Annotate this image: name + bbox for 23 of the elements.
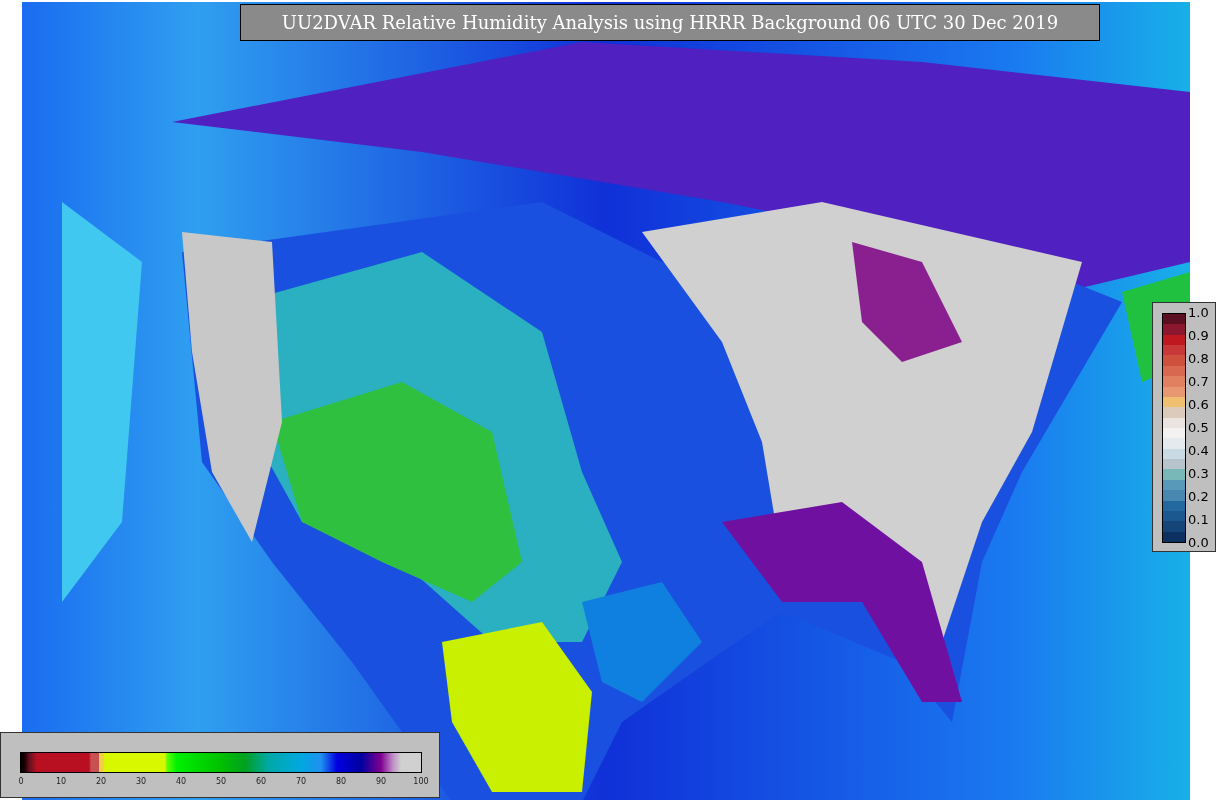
tick-label: 0.3 [1188,466,1209,482]
tick-label: 30 [134,777,148,786]
chart-title: UU2DVAR Relative Humidity Analysis using HRRR Background 06 UTC 30 Dec 2019 [240,4,1100,41]
tick-label: 0.4 [1188,443,1209,459]
tick-label: 100 [412,777,430,786]
tick-label: 0.9 [1188,328,1209,344]
tick-label: 40 [174,777,188,786]
tick-label: 0.1 [1188,512,1209,528]
tick-label: 70 [294,777,308,786]
tick-label: 0.2 [1188,489,1209,505]
tick-label: 0 [17,777,25,786]
tick-label: 1.0 [1188,305,1209,321]
tick-label: 0.8 [1188,351,1209,367]
tick-label: 0.6 [1188,397,1209,413]
tick-label: 50 [214,777,228,786]
tick-label: 20 [94,777,108,786]
tick-label: 0.0 [1188,535,1209,551]
tick-label: 80 [334,777,348,786]
tick-label: 0.5 [1188,420,1209,436]
tick-label: 90 [374,777,388,786]
tick-label: 10 [54,777,68,786]
tick-label: 0.7 [1188,374,1209,390]
tick-label: 60 [254,777,268,786]
